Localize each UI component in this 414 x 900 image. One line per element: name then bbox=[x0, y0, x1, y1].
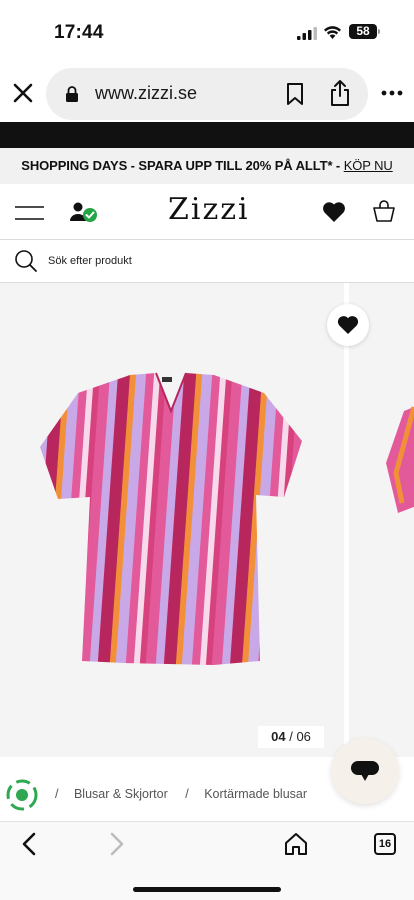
chat-button[interactable] bbox=[331, 738, 399, 804]
breadcrumb: / Blusar & Skjortor / Kortärmade blusar bbox=[55, 787, 321, 801]
lock-icon bbox=[66, 86, 78, 102]
search-bar bbox=[0, 240, 414, 283]
more-options-icon[interactable] bbox=[380, 86, 404, 100]
promo-text: SHOPPING DAYS - SPARA UPP TILL 20% PÅ AL… bbox=[21, 158, 344, 173]
top-black-band bbox=[0, 122, 414, 148]
status-bar: 17:44 58 bbox=[0, 0, 414, 66]
bookmark-icon[interactable] bbox=[284, 82, 306, 106]
image-counter: 04 / 06 bbox=[258, 726, 324, 748]
heart-icon bbox=[337, 316, 359, 334]
favorites-heart-icon[interactable] bbox=[322, 201, 346, 223]
breadcrumb-separator: / bbox=[185, 787, 189, 801]
site-header: Zizzi bbox=[0, 184, 414, 240]
browser-address-bar: www.zizzi.se bbox=[0, 66, 414, 122]
add-to-wishlist-button[interactable] bbox=[327, 304, 369, 346]
forward-arrow-icon[interactable] bbox=[107, 832, 127, 856]
product-gallery[interactable]: 04 / 06 bbox=[0, 283, 414, 757]
recycle-badge-icon bbox=[6, 779, 38, 811]
promo-shop-link[interactable]: KÖP NU bbox=[344, 158, 393, 173]
promo-banner[interactable]: SHOPPING DAYS - SPARA UPP TILL 20% PÅ AL… bbox=[0, 148, 414, 184]
wifi-icon bbox=[324, 26, 341, 39]
shopping-bag-icon[interactable] bbox=[372, 199, 396, 223]
home-icon[interactable] bbox=[284, 832, 308, 856]
tabs-count-button[interactable]: 16 bbox=[374, 833, 396, 855]
chat-bubble-icon bbox=[351, 761, 379, 781]
next-image-peek[interactable] bbox=[349, 283, 414, 757]
next-product-image-peek bbox=[386, 406, 414, 513]
battery-nub bbox=[378, 29, 380, 34]
image-counter-total: 06 bbox=[296, 729, 311, 744]
image-counter-current: 04 bbox=[271, 729, 286, 744]
url-field[interactable]: www.zizzi.se bbox=[46, 68, 368, 120]
breadcrumb-item-blouses[interactable]: Blusar & Skjortor bbox=[74, 787, 168, 801]
search-input[interactable] bbox=[48, 248, 388, 274]
menu-icon[interactable] bbox=[15, 205, 44, 221]
breadcrumb-separator: / bbox=[55, 787, 59, 801]
battery-indicator: 58 bbox=[349, 24, 377, 39]
breadcrumb-item-short-sleeve[interactable]: Kortärmade blusar bbox=[204, 787, 307, 801]
home-indicator bbox=[133, 887, 281, 892]
search-icon bbox=[15, 250, 37, 272]
status-time: 17:44 bbox=[54, 22, 104, 43]
close-icon[interactable] bbox=[10, 80, 36, 106]
back-arrow-icon[interactable] bbox=[19, 832, 39, 856]
product-image-striped-blouse[interactable] bbox=[34, 371, 310, 671]
product-title-partial: ... bbox=[60, 813, 75, 821]
account-verified-icon[interactable] bbox=[70, 201, 98, 223]
site-logo[interactable]: Zizzi bbox=[168, 192, 250, 227]
image-counter-separator: / bbox=[289, 729, 293, 744]
cellular-signal-icon bbox=[297, 27, 317, 40]
browser-toolbar: 16 bbox=[0, 821, 414, 900]
url-text: www.zizzi.se bbox=[95, 83, 198, 103]
share-icon[interactable] bbox=[328, 79, 352, 107]
